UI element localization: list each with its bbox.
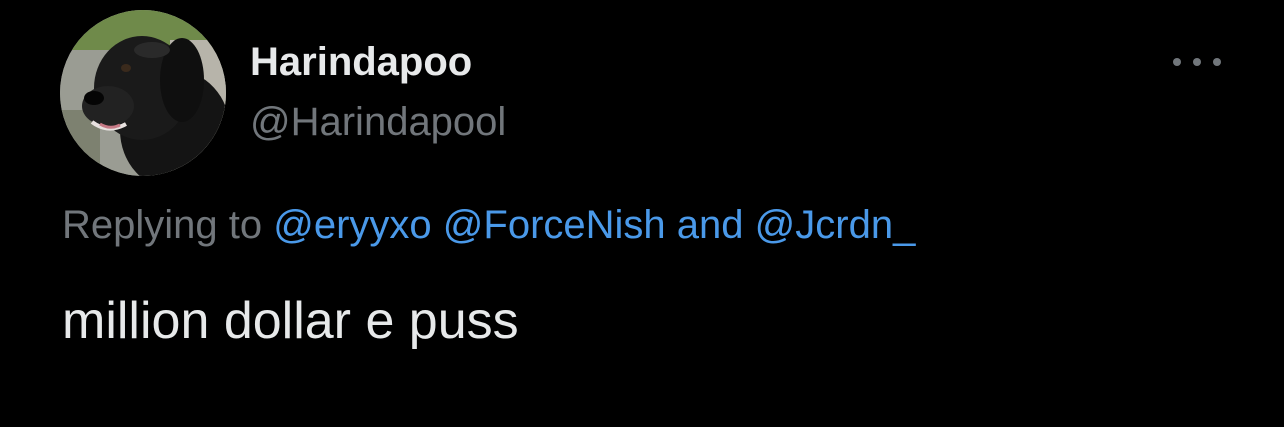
mention-link[interactable]: @Jcrdn_ [755, 203, 916, 247]
tweet-text: million dollar e puss [62, 292, 519, 350]
more-dot [1213, 58, 1221, 66]
mention-link[interactable]: @eryyxo [273, 203, 431, 247]
replying-to-line: Replying to @eryyxo @ForceNish and @Jcrd… [62, 200, 915, 250]
display-name[interactable]: Harindapoo [250, 38, 472, 86]
mention-link[interactable]: @ForceNish [443, 203, 666, 247]
more-horizontal-icon[interactable] [1173, 48, 1221, 76]
more-dot [1173, 58, 1181, 66]
replying-to-label: Replying to [62, 203, 263, 247]
tweet: Harindapoo @Harindapool Replying to @ery… [0, 0, 1284, 427]
more-dot [1193, 58, 1201, 66]
avatar[interactable] [60, 10, 226, 176]
user-handle[interactable]: @Harindapool [250, 98, 506, 146]
avatar-dog-image [60, 10, 226, 176]
mention-conjunction[interactable]: and [677, 203, 744, 247]
